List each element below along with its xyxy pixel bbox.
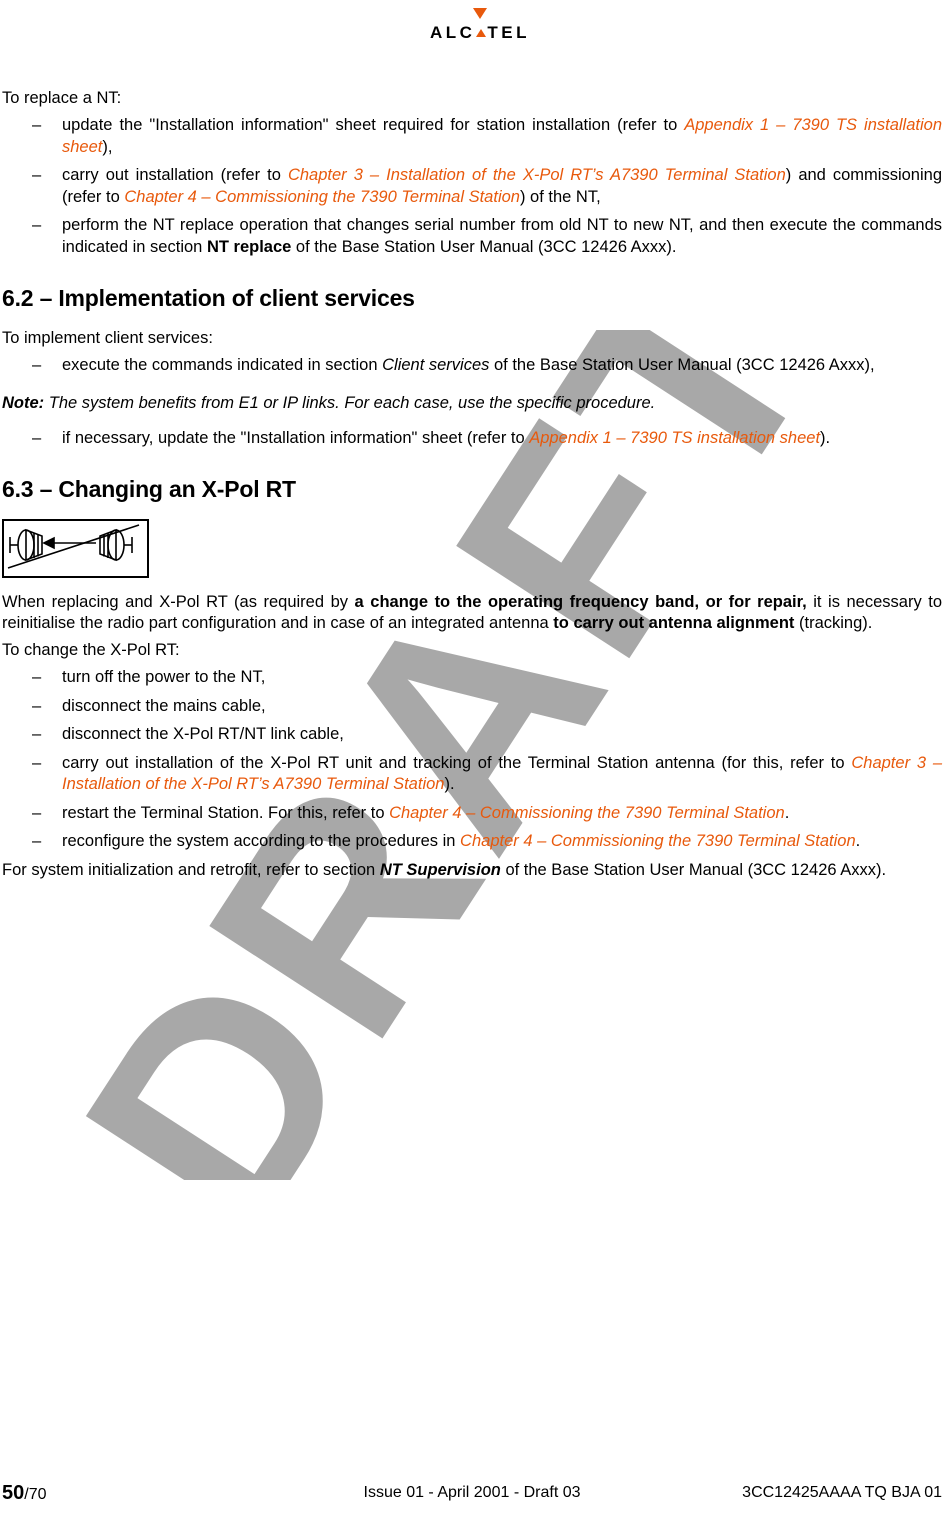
list-item: – carry out installation (refer to Chapte… bbox=[2, 165, 942, 208]
text-run: ). bbox=[444, 775, 455, 793]
cross-reference[interactable]: Chapter 4 – Commissioning the 7390 Termi… bbox=[389, 804, 785, 822]
dash-bullet-icon: – bbox=[32, 832, 42, 850]
section-63-closing: For system initialization and retrofit, … bbox=[2, 860, 942, 881]
text-run: if necessary, update the "Installation i… bbox=[62, 428, 530, 447]
text-run: execute the commands indicated in sectio… bbox=[62, 356, 383, 374]
cross-reference[interactable]: Appendix 1 – 7390 TS installation sheet bbox=[529, 429, 820, 447]
dash-bullet-icon: – bbox=[32, 428, 42, 447]
dash-bullet-icon: – bbox=[32, 216, 42, 234]
note-text: The system benefits from E1 or IP links.… bbox=[44, 393, 656, 412]
triangle-a-icon bbox=[476, 29, 487, 37]
brand-letter-l: L bbox=[445, 23, 460, 42]
list-item: – execute the commands indicated in secti… bbox=[2, 355, 942, 377]
text-run: (tracking). bbox=[794, 614, 873, 632]
text-run: to carry out antenna alignment bbox=[553, 614, 795, 632]
list-item: – turn off the power to the NT, bbox=[2, 667, 942, 689]
text-run: of the Base Station User Manual (3CC 124… bbox=[489, 356, 875, 374]
list-item: – update the "Installation information" s… bbox=[2, 115, 942, 158]
brand-wordmark: ALC TEL bbox=[430, 23, 530, 43]
text-run: NT replace bbox=[206, 237, 292, 256]
text-run: reconfigure the system according to the … bbox=[62, 832, 461, 850]
list-item: – disconnect the X-Pol RT/NT link cable, bbox=[2, 724, 942, 746]
dash-bullet-icon: – bbox=[32, 753, 42, 772]
text-run: ) of the NT, bbox=[519, 187, 601, 206]
text-run: When replacing and X-Pol RT (as required… bbox=[2, 593, 355, 611]
heading-6-3: 6.3 – Changing an X-Pol RT bbox=[2, 476, 296, 502]
cross-reference[interactable]: Chapter 3 – Installation of the X-Pol RT… bbox=[288, 166, 786, 184]
list-item: – if necessary, update the "Installation … bbox=[2, 428, 942, 450]
text-run: of the Base Station User Manual (3CC 124… bbox=[500, 860, 887, 879]
brand-letter-l2: L bbox=[516, 23, 531, 42]
intro-list: – update the "Installation information" s… bbox=[2, 115, 942, 258]
text-run: Client services bbox=[382, 356, 490, 374]
alcatel-logo: ALC TEL bbox=[415, 8, 545, 43]
footer-docref: 3CC12425AAAA TQ BJA 01 bbox=[742, 1484, 942, 1501]
section-63-list: – turn off the power to the NT, – disconnec… bbox=[2, 667, 942, 853]
dash-bullet-icon: – bbox=[32, 803, 42, 822]
intro-lead: To replace a NT: bbox=[2, 89, 122, 107]
page-header: ALC TEL bbox=[0, 0, 944, 62]
text-run: of the Base Station User Manual (3CC 124… bbox=[291, 237, 677, 256]
dash-bullet-icon: – bbox=[32, 166, 42, 184]
section-62-lead: To implement client services: bbox=[2, 329, 213, 347]
list-item: – restart the Terminal Station. For this,… bbox=[2, 803, 942, 825]
dash-bullet-icon: – bbox=[32, 696, 42, 715]
dash-bullet-icon: – bbox=[32, 356, 42, 374]
text-run: . bbox=[855, 832, 861, 850]
text-run: update the "Installation information" sh… bbox=[62, 116, 685, 134]
list-item: – reconfigure the system according to the… bbox=[2, 831, 942, 853]
text-run: turn off the power to the NT, bbox=[62, 668, 266, 686]
page-content: To replace a NT: – update the "Installati… bbox=[0, 88, 944, 887]
text-run: disconnect the X-Pol RT/NT link cable, bbox=[62, 725, 344, 743]
dash-bullet-icon: – bbox=[32, 116, 42, 134]
cross-reference[interactable]: Chapter 4 – Commissioning the 7390 Termi… bbox=[460, 832, 856, 850]
dash-bullet-icon: – bbox=[32, 725, 42, 743]
antenna-swap-figure bbox=[2, 519, 149, 578]
list-item: – carry out installation of the X-Pol RT … bbox=[2, 753, 942, 796]
brand-letter-a: A bbox=[429, 23, 446, 42]
heading-6-2: 6.2 – Implementation of client services bbox=[2, 285, 415, 311]
brand-letter-e: E bbox=[501, 23, 517, 42]
text-run: . bbox=[784, 803, 790, 822]
brand-letter-t: T bbox=[487, 23, 502, 42]
text-run: carry out installation of the X-Pol RT u… bbox=[62, 753, 852, 772]
text-run: ). bbox=[820, 428, 831, 447]
text-run: ), bbox=[102, 137, 113, 156]
dash-bullet-icon: – bbox=[32, 668, 42, 686]
text-run: restart the Terminal Station. For this, … bbox=[62, 803, 390, 822]
list-item: – perform the NT replace operation that c… bbox=[2, 215, 942, 258]
section-63-paragraph-1: When replacing and X-Pol RT (as required… bbox=[2, 592, 942, 634]
text-run: a change to the operating frequency band… bbox=[354, 593, 807, 611]
section-63-lead: To change the X-Pol RT: bbox=[2, 641, 180, 659]
text-run: disconnect the mains cable, bbox=[62, 696, 266, 715]
text-run: For system initialization and retrofit, … bbox=[2, 860, 380, 879]
page-footer: 50/70 Issue 01 - April 2001 - Draft 03 3… bbox=[0, 1482, 944, 1506]
section-62-list-2: – if necessary, update the "Installation … bbox=[2, 428, 942, 450]
section-62-list: – execute the commands indicated in secti… bbox=[2, 355, 942, 377]
list-item: – disconnect the mains cable, bbox=[2, 696, 942, 718]
down-arrow-icon bbox=[473, 8, 487, 19]
note-paragraph: Note: The system benefits from E1 or IP … bbox=[2, 393, 942, 414]
brand-letter-c: C bbox=[459, 23, 476, 42]
text-run: carry out installation (refer to bbox=[62, 166, 288, 184]
text-run: NT Supervision bbox=[379, 860, 501, 879]
cross-reference[interactable]: Chapter 4 – Commissioning the 7390 Termi… bbox=[124, 188, 520, 206]
note-label: Note: bbox=[2, 393, 45, 412]
